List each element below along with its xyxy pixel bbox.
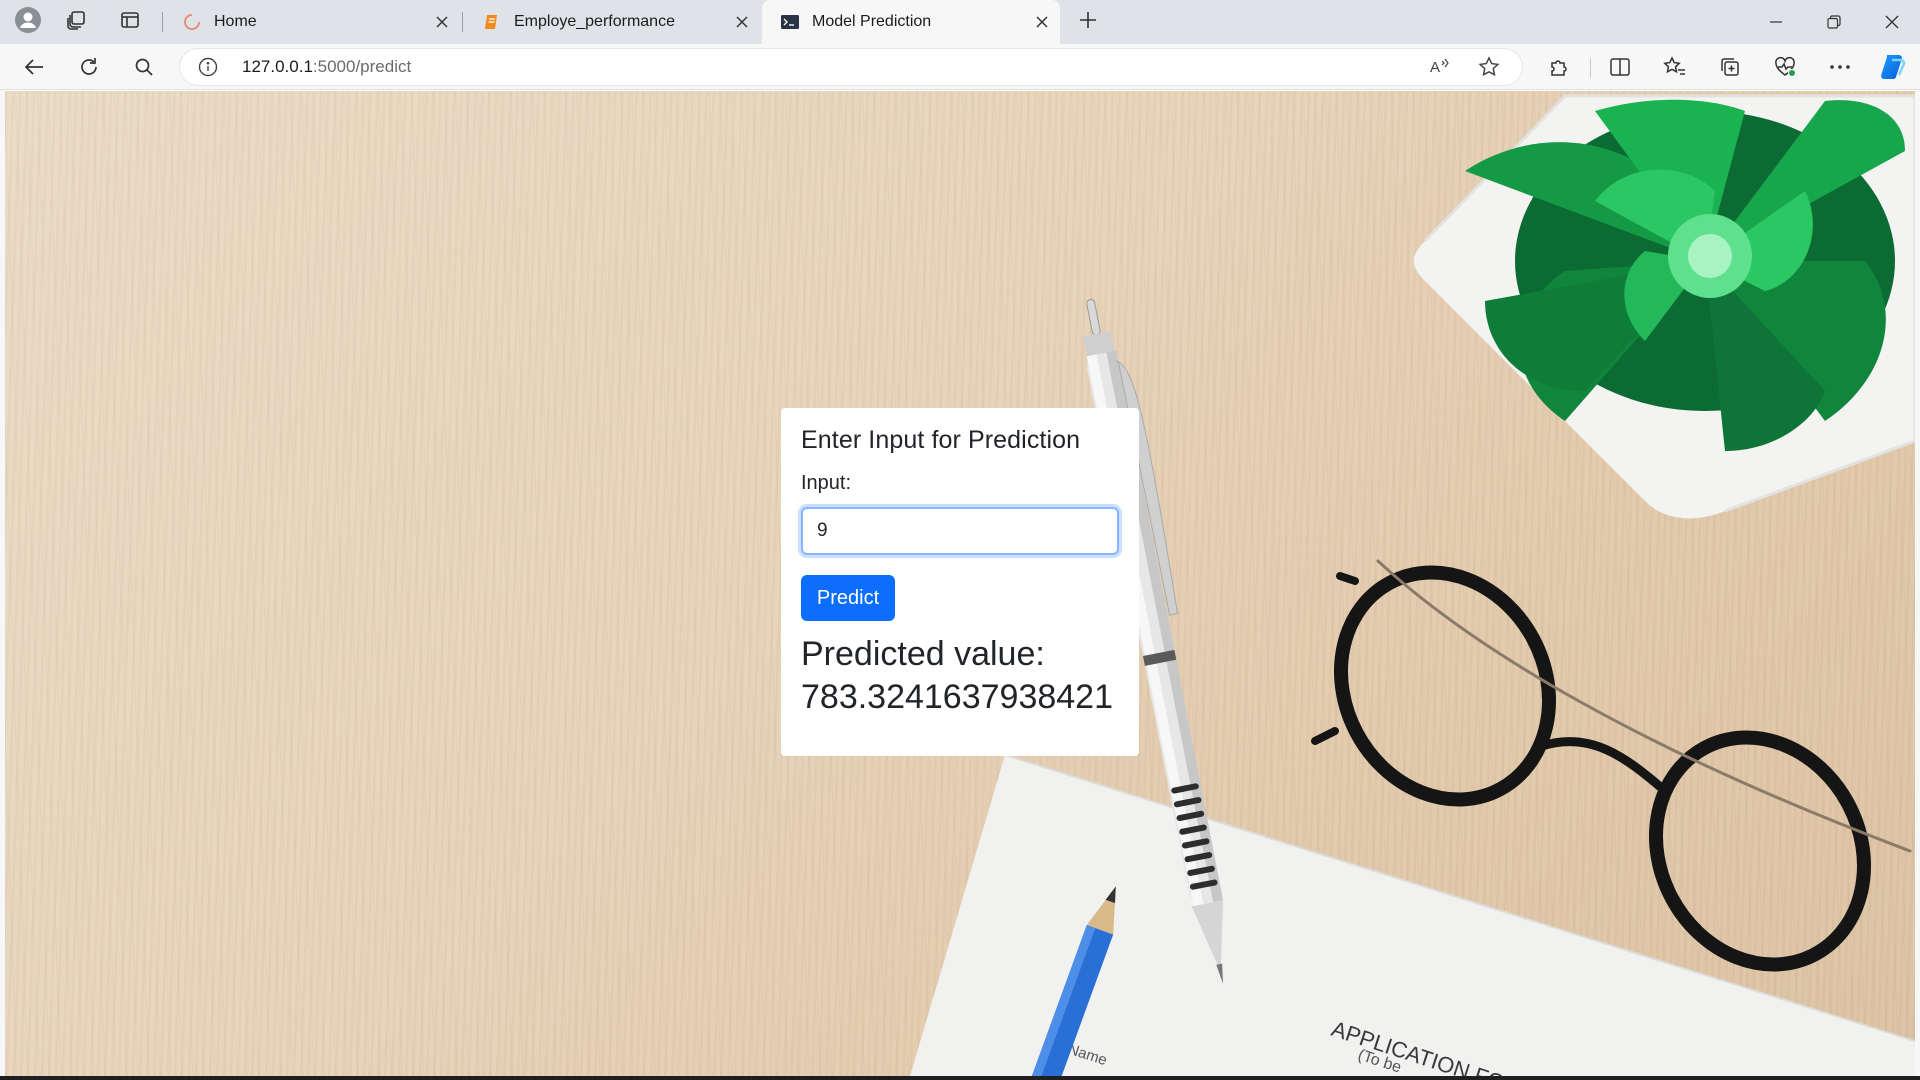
tab-separator — [162, 12, 163, 32]
restore-button[interactable] — [1806, 0, 1862, 44]
split-screen-button[interactable] — [1602, 49, 1638, 85]
predict-button[interactable]: Predict — [801, 575, 895, 621]
collections-icon — [1721, 58, 1739, 76]
favorites-button[interactable] — [1657, 49, 1693, 85]
close-icon — [436, 16, 448, 28]
prediction-input[interactable]: 9 — [801, 507, 1119, 555]
form-heading: Enter Input for Prediction — [801, 426, 1081, 454]
tab-title: Employe_performance — [514, 13, 675, 30]
back-arrow-icon — [24, 59, 43, 75]
close-icon — [736, 16, 748, 28]
window-border — [1915, 90, 1920, 1076]
url-path: :5000/predict — [312, 57, 412, 76]
result-label: Predicted value: — [801, 635, 1045, 673]
read-aloud-icon[interactable]: A — [1427, 55, 1453, 79]
back-button[interactable] — [16, 49, 52, 85]
search-icon — [135, 58, 153, 76]
result-value: 783.3241637938421 — [801, 678, 1113, 716]
prediction-form-card: Enter Input for Prediction Input: 9 Pred… — [781, 408, 1139, 756]
collections-button[interactable] — [1712, 49, 1748, 85]
close-icon — [1885, 15, 1899, 29]
close-tab-button[interactable] — [428, 8, 456, 36]
site-info-icon[interactable] — [198, 57, 218, 77]
tab-employe-performance[interactable]: Employe_performance — [464, 0, 760, 44]
input-label: Input: — [801, 472, 852, 494]
toolbar-separator — [1590, 58, 1591, 78]
new-tab-button[interactable] — [1070, 4, 1106, 40]
prediction-result: Predicted value: 783.3241637938421 — [801, 633, 1131, 719]
loading-spinner-icon — [182, 12, 202, 32]
profile-button[interactable] — [10, 4, 46, 40]
browser-essentials-button[interactable] — [1767, 49, 1803, 85]
tab-home[interactable]: Home — [164, 0, 460, 44]
close-icon — [1036, 16, 1048, 28]
notebook-icon — [482, 12, 502, 32]
tab-strip: Home Employe_performance Model Predictio… — [0, 0, 1920, 44]
refresh-button[interactable] — [71, 49, 107, 85]
page-viewport: APPLICATION FO (To be Name Enter Input f… — [5, 91, 1915, 1076]
address-bar[interactable]: 127.0.0.1:5000/predict A — [180, 49, 1522, 85]
tab-title: Home — [214, 13, 257, 30]
vertical-tabs-icon — [120, 10, 140, 35]
favorite-star-icon[interactable] — [1476, 55, 1502, 79]
url-host: 127.0.0.1 — [242, 57, 313, 76]
restore-icon — [1827, 15, 1841, 29]
heartbeat-icon — [1775, 56, 1796, 77]
profile-icon — [14, 6, 42, 39]
svg-text:A: A — [1430, 59, 1440, 76]
split-screen-icon — [1610, 58, 1630, 76]
copilot-icon — [1881, 55, 1906, 79]
extensions-button[interactable] — [1541, 49, 1577, 85]
tab-actions-button[interactable] — [112, 4, 148, 40]
puzzle-icon — [1551, 60, 1567, 76]
close-tab-button[interactable] — [1028, 8, 1056, 36]
minimize-icon — [1770, 21, 1782, 23]
tab-model-prediction[interactable]: Model Prediction — [762, 0, 1060, 44]
copilot-button[interactable] — [1875, 49, 1911, 85]
taskbar-edge — [0, 1076, 1920, 1080]
workspaces-button[interactable] — [58, 4, 94, 40]
browser-toolbar: 127.0.0.1:5000/predict A — [0, 44, 1920, 90]
plus-icon — [1079, 11, 1097, 34]
workspaces-icon — [65, 9, 87, 36]
tab-separator — [462, 12, 463, 32]
search-button[interactable] — [126, 49, 162, 85]
close-window-button[interactable] — [1864, 0, 1920, 44]
minimize-button[interactable] — [1748, 0, 1804, 44]
refresh-icon — [81, 58, 97, 75]
terminal-icon — [780, 12, 800, 32]
tab-title: Model Prediction — [812, 13, 932, 30]
more-options-icon — [1830, 65, 1850, 69]
close-tab-button[interactable] — [728, 8, 756, 36]
settings-more-button[interactable] — [1822, 49, 1858, 85]
favorites-list-icon — [1663, 56, 1685, 75]
url-text[interactable]: 127.0.0.1:5000/predict — [242, 57, 411, 77]
succulent-plant — [1465, 99, 1905, 451]
